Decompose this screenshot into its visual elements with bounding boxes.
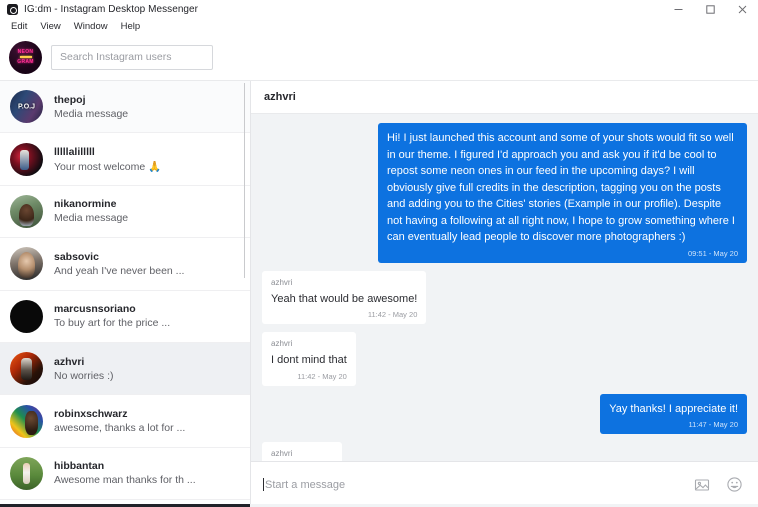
avatar (10, 404, 43, 438)
message-timestamp: 11:47 - May 20 (688, 420, 738, 429)
message-text: Yeah that would be awesome! (271, 292, 418, 305)
conversation-name: hibbantan (54, 460, 105, 473)
message-text: I dont mind that (271, 354, 347, 366)
list-item-texts: marcusnsoriano To buy art for the price … (54, 303, 170, 329)
message-composer (251, 461, 758, 507)
message-input[interactable] (264, 478, 682, 491)
message-bubble-incoming: azhvri I dont mind that 11:42 - May 20 (262, 332, 356, 386)
conversation-list: thepoj Media message lllllalilllll Your … (0, 81, 250, 501)
conversation-preview: awesome, thanks a lot for ... (54, 422, 186, 435)
list-item-texts: lllllalilllll Your most welcome 🙏 (54, 146, 161, 173)
message-bubble-outgoing: Yay thanks! I appreciate it! 11:47 - May… (600, 393, 747, 434)
sidebar-scrollbar[interactable] (240, 81, 249, 507)
list-item[interactable]: nikanormine Media message (0, 185, 250, 239)
conversation-name: nikanormine (54, 198, 117, 211)
conversation-name: marcusnsoriano (54, 303, 136, 316)
conversation-name: azhvri (54, 355, 85, 368)
message-text: Hi! I just launched this account and som… (387, 132, 738, 243)
conversation-preview: Media message (54, 212, 129, 225)
conversation-name: robinxschwarz (54, 408, 128, 421)
message-sender: azhvri (271, 449, 293, 458)
menu-item-window[interactable]: Window (68, 20, 114, 33)
app-window: IG:dm - Instagram Desktop Messenger Edit… (0, 0, 758, 507)
avatar (10, 299, 43, 333)
logo-text-bottom: GRAM (17, 58, 34, 65)
message-bubble-outgoing: Hi! I just launched this account and som… (378, 123, 747, 263)
list-item[interactable]: thepoj Media message (0, 81, 250, 134)
list-item-texts: hibbantan Awesome man thanks for th ... (54, 460, 196, 486)
message-row: azhvri No worries :) 00:27 - May 23 (262, 442, 747, 461)
message-row: azhvri Yeah that would be awesome! 11:42… (262, 270, 747, 324)
message-text: Yay thanks! I appreciate it! (609, 402, 738, 415)
message-sender: azhvri (271, 339, 293, 348)
search-input[interactable] (51, 44, 213, 70)
conversation-preview: Your most welcome 🙏 (54, 160, 162, 173)
search-bar: NEON GRAM (0, 34, 758, 81)
title-bar-left: IG:dm - Instagram Desktop Messenger (0, 3, 199, 15)
list-item[interactable]: robinxschwarz awesome, thanks a lot for … (0, 395, 250, 448)
list-item-texts: thepoj Media message (54, 94, 128, 120)
conversation-preview: And yeah I've never been ... (54, 264, 185, 277)
message-bubble-incoming: azhvri Yeah that would be awesome! 11:42… (262, 270, 427, 324)
message-row: azhvri I dont mind that 11:42 - May 20 (262, 332, 747, 386)
instagram-camera-icon (7, 3, 18, 15)
list-item-texts: robinxschwarz awesome, thanks a lot for … (54, 408, 185, 434)
message-row: Yay thanks! I appreciate it! 11:47 - May… (262, 393, 747, 434)
page-title: azhvri (264, 91, 296, 103)
list-item-texts: azhvri No worries :) (54, 356, 114, 382)
list-item[interactable]: marcusnsoriano To buy art for the price … (0, 290, 250, 343)
avatar (10, 90, 43, 124)
account-avatar-logo[interactable]: NEON GRAM (9, 40, 42, 74)
maximize-button[interactable] (694, 0, 726, 19)
logo-divider (19, 56, 32, 58)
conversation-preview: To buy art for the price ... (54, 317, 171, 330)
sidebar-scrollbar-thumb[interactable] (244, 83, 245, 278)
chat-header: azhvri (251, 81, 758, 114)
avatar (10, 456, 43, 490)
message-timestamp: 11:42 - May 20 (367, 310, 418, 319)
conversation-preview: Awesome man thanks for th ... (54, 474, 196, 487)
conversation-preview: Media message (54, 107, 129, 120)
message-bubble-incoming: azhvri No worries :) 00:27 - May 23 (262, 442, 343, 461)
menu-item-edit[interactable]: Edit (5, 20, 33, 33)
avatar (10, 194, 43, 228)
conversation-name: sabsovic (54, 250, 99, 263)
conversation-name: thepoj (54, 93, 86, 106)
title-bar: IG:dm - Instagram Desktop Messenger (0, 0, 758, 19)
message-list: Hi! I just launched this account and som… (251, 114, 758, 461)
menu-item-view[interactable]: View (34, 20, 66, 33)
conversation-sidebar[interactable]: thepoj Media message lllllalilllll Your … (0, 81, 250, 507)
logo-text-top: NEON (17, 49, 34, 56)
message-timestamp: 09:51 - May 20 (687, 248, 738, 258)
minimize-button[interactable] (662, 0, 694, 19)
list-item-texts: nikanormine Media message (54, 198, 128, 224)
avatar (10, 142, 43, 176)
list-item[interactable]: lllllalilllll Your most welcome 🙏 (0, 133, 250, 186)
image-icon[interactable] (690, 473, 714, 497)
chat-panel: azhvri Hi! I just launched this account … (250, 81, 758, 507)
window-controls (662, 0, 758, 19)
menu-item-help[interactable]: Help (115, 20, 147, 33)
message-timestamp: 11:42 - May 20 (297, 371, 347, 381)
composer-input-wrap[interactable] (263, 478, 682, 491)
avatar (10, 352, 43, 386)
list-item-selected[interactable]: azhvri No worries :) (0, 342, 250, 396)
list-item[interactable]: hibbantan Awesome man thanks for th ... (0, 447, 250, 501)
close-button[interactable] (726, 0, 758, 19)
message-sender: azhvri (271, 277, 293, 287)
list-item-texts: sabsovic And yeah I've never been ... (54, 251, 184, 277)
window-title: IG:dm - Instagram Desktop Messenger (24, 3, 199, 15)
conversation-preview: No worries :) (54, 369, 114, 382)
conversation-name: lllllalilllll (54, 145, 95, 158)
emoji-icon[interactable] (722, 473, 746, 497)
menu-bar: Edit View Window Help (0, 19, 758, 34)
avatar (10, 247, 43, 281)
list-item[interactable]: sabsovic And yeah I've never been ... (0, 238, 250, 291)
message-row: Hi! I just launched this account and som… (262, 123, 747, 263)
main-body: thepoj Media message lllllalilllll Your … (0, 81, 758, 507)
